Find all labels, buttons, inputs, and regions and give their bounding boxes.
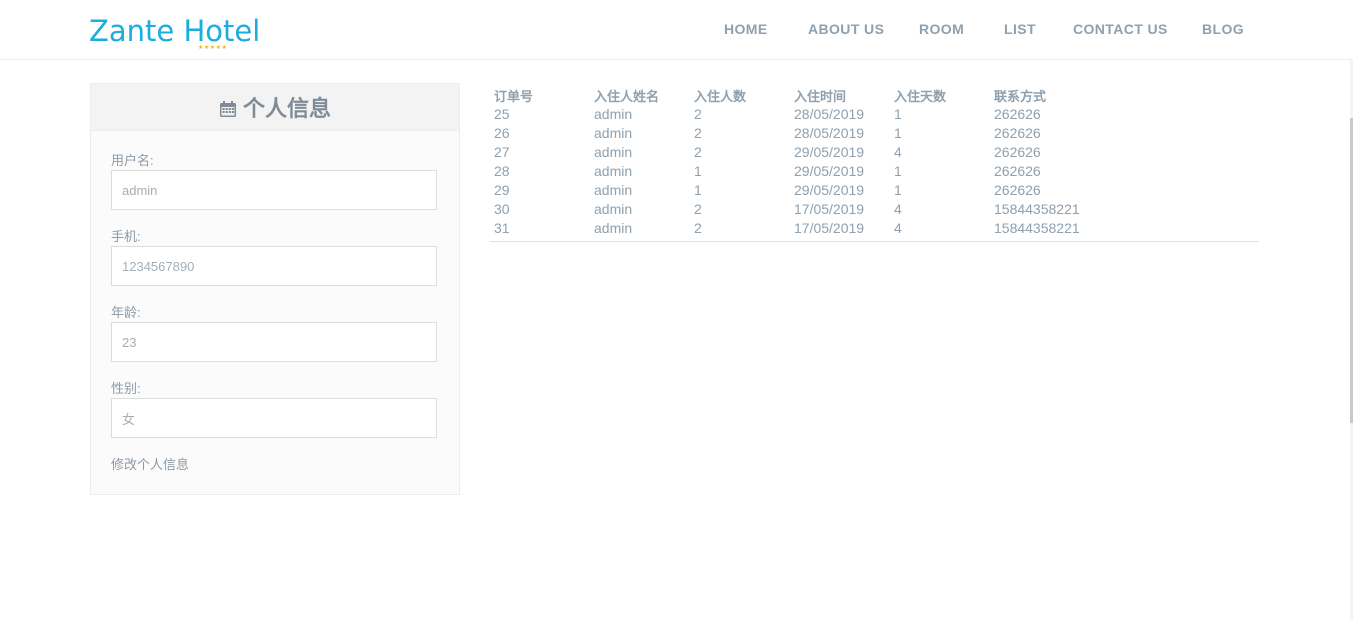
order-id-cell: 26 <box>494 125 510 141</box>
column-header-check-in-date: 入住时间 <box>794 89 847 104</box>
calendar-icon <box>219 98 237 117</box>
nights-cell: 4 <box>894 220 902 236</box>
column-header-guest-count: 入住人数 <box>694 89 747 104</box>
profile-card-header: 个人信息 <box>91 84 459 131</box>
check-in-date-cell: 28/05/2019 <box>794 125 865 141</box>
table-row: 27 admin 2 29/05/2019 4 262626 <box>490 143 1259 162</box>
check-in-date-cell: 28/05/2019 <box>794 106 865 122</box>
contact-cell: 262626 <box>994 144 1041 160</box>
guest-name-cell: admin <box>594 201 633 217</box>
nights-cell: 4 <box>894 201 902 217</box>
column-header-contact: 联系方式 <box>994 89 1047 104</box>
nights-cell: 4 <box>894 144 902 160</box>
contact-cell: 262626 <box>994 182 1041 198</box>
table-row: 25 admin 2 28/05/2019 1 262626 <box>490 105 1259 124</box>
nights-cell: 1 <box>894 106 902 122</box>
edit-profile-link[interactable]: 修改个人信息 <box>111 457 189 473</box>
guest-name-cell: admin <box>594 144 633 160</box>
order-id-cell: 25 <box>494 106 510 122</box>
contact-cell: 262626 <box>994 106 1041 122</box>
check-in-date-cell: 17/05/2019 <box>794 220 865 236</box>
phone-field[interactable] <box>111 246 437 286</box>
contact-cell: 15844358221 <box>994 220 1080 236</box>
nights-cell: 1 <box>894 163 902 179</box>
profile-card: 个人信息 用户名: 手机: 年龄: 性别: 修改个人信息 <box>90 83 460 495</box>
check-in-date-cell: 17/05/2019 <box>794 201 865 217</box>
nav-home[interactable]: HOME <box>724 20 768 38</box>
table-row: 31 admin 2 17/05/2019 4 15844358221 <box>490 219 1259 242</box>
nav-blog[interactable]: BLOG <box>1202 20 1244 38</box>
contact-cell: 262626 <box>994 125 1041 141</box>
gender-label: 性别: <box>111 381 141 396</box>
guest-count-cell: 2 <box>694 106 702 122</box>
column-header-order-id: 订单号 <box>494 89 534 104</box>
order-id-cell: 28 <box>494 163 510 179</box>
order-id-cell: 27 <box>494 144 510 160</box>
nav-list[interactable]: LIST <box>1004 20 1036 38</box>
nav-about-us[interactable]: ABOUT US <box>808 20 884 38</box>
order-id-cell: 30 <box>494 201 510 217</box>
age-label: 年龄: <box>111 305 141 320</box>
profile-card-title: 个人信息 <box>242 96 331 121</box>
guest-name-cell: admin <box>594 106 633 122</box>
guest-count-cell: 1 <box>694 163 702 179</box>
username-field[interactable] <box>111 170 437 210</box>
guest-count-cell: 2 <box>694 201 702 217</box>
order-id-cell: 29 <box>494 182 510 198</box>
site-logo[interactable]: Zante Hotel <box>89 14 260 48</box>
guest-name-cell: admin <box>594 125 633 141</box>
age-field[interactable] <box>111 322 437 362</box>
check-in-date-cell: 29/05/2019 <box>794 144 865 160</box>
guest-name-cell: admin <box>594 163 633 179</box>
nights-cell: 1 <box>894 125 902 141</box>
table-row: 28 admin 1 29/05/2019 1 262626 <box>490 162 1259 181</box>
column-header-guest-name: 入住人姓名 <box>594 89 660 104</box>
nav-contact-us[interactable]: CONTACT US <box>1073 20 1168 38</box>
contact-cell: 262626 <box>994 163 1041 179</box>
guest-count-cell: 1 <box>694 182 702 198</box>
logo-stars: ★★★★★ <box>198 45 228 51</box>
guest-name-cell: admin <box>594 182 633 198</box>
username-label: 用户名: <box>111 153 154 168</box>
table-row: 29 admin 1 29/05/2019 1 262626 <box>490 181 1259 200</box>
gender-field[interactable] <box>111 398 437 438</box>
nights-cell: 1 <box>894 182 902 198</box>
orders-table: 订单号 入住人姓名 入住人数 入住时间 入住天数 联系方式 25 admin 2… <box>490 89 1259 242</box>
table-row: 26 admin 2 28/05/2019 1 262626 <box>490 124 1259 143</box>
orders-table-header: 订单号 入住人姓名 入住人数 入住时间 入住天数 联系方式 <box>490 89 1259 105</box>
guest-count-cell: 2 <box>694 144 702 160</box>
site-header: Zante Hotel ★★★★★ HOME ABOUT US ROOM LIS… <box>0 0 1353 60</box>
column-header-nights: 入住天数 <box>894 89 947 104</box>
phone-label: 手机: <box>111 229 141 244</box>
guest-name-cell: admin <box>594 220 633 236</box>
guest-count-cell: 2 <box>694 125 702 141</box>
nav-room[interactable]: ROOM <box>919 20 964 38</box>
check-in-date-cell: 29/05/2019 <box>794 182 865 198</box>
guest-count-cell: 2 <box>694 220 702 236</box>
check-in-date-cell: 29/05/2019 <box>794 163 865 179</box>
order-id-cell: 31 <box>494 220 510 236</box>
table-row: 30 admin 2 17/05/2019 4 15844358221 <box>490 200 1259 219</box>
contact-cell: 15844358221 <box>994 201 1080 217</box>
